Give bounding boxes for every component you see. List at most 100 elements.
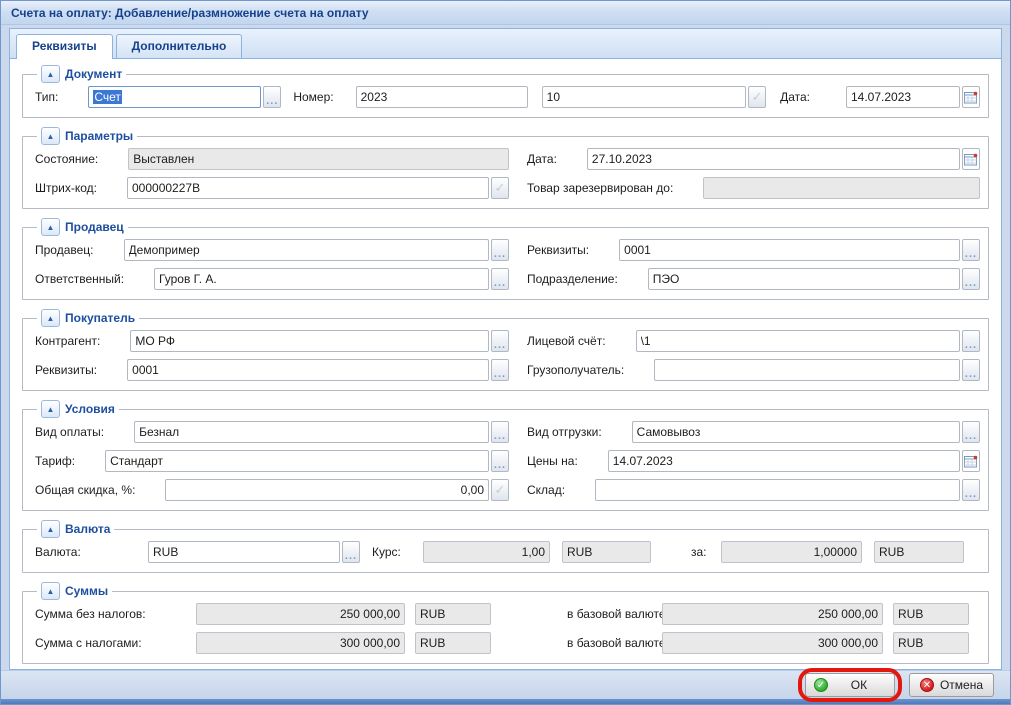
seller-lookup-button[interactable]: ...	[491, 239, 509, 261]
responsible-field[interactable]	[154, 268, 489, 290]
tariff-label: Тариф:	[35, 454, 75, 468]
seller-requisites-lookup-button[interactable]: ...	[962, 239, 980, 261]
section-parameters: ▲ Параметры Состояние: Дата:	[22, 127, 989, 209]
payment-type-lookup-button[interactable]: ...	[491, 421, 509, 443]
net-base-currency-field	[893, 603, 969, 625]
collapse-toggle-sums[interactable]: ▲	[41, 582, 60, 600]
department-lookup-button[interactable]: ...	[962, 268, 980, 290]
gross-amount-field	[196, 632, 405, 654]
seller-requisites-label: Реквизиты:	[527, 243, 589, 257]
personal-account-lookup-button[interactable]: ...	[962, 330, 980, 352]
collapse-icon: ▲	[47, 132, 55, 141]
department-label: Подразделение:	[527, 272, 618, 286]
collapse-toggle-seller[interactable]: ▲	[41, 218, 60, 236]
type-lookup-button[interactable]: ...	[263, 86, 281, 108]
lookup-icon: ...	[965, 362, 977, 378]
consignee-lookup-button[interactable]: ...	[962, 359, 980, 381]
cancel-button[interactable]: ✕ Отмена	[909, 673, 994, 697]
cancel-x-icon: ✕	[920, 678, 934, 692]
collapse-icon: ▲	[47, 525, 55, 534]
total-discount-field[interactable]	[165, 479, 489, 501]
responsible-label: Ответственный:	[35, 272, 124, 286]
consignee-label: Грузополучатель:	[527, 363, 624, 377]
section-parameters-title: Параметры	[65, 129, 133, 143]
currency-lookup-button[interactable]: ...	[342, 541, 360, 563]
warehouse-lookup-button[interactable]: ...	[962, 479, 980, 501]
rate-label: Курс:	[372, 545, 423, 559]
contractor-lookup-button[interactable]: ...	[491, 330, 509, 352]
responsible-lookup-button[interactable]: ...	[491, 268, 509, 290]
net-base-amount-field	[662, 603, 883, 625]
currency-label: Валюта:	[35, 545, 148, 559]
collapse-toggle-currency[interactable]: ▲	[41, 520, 60, 538]
personal-account-field[interactable]	[636, 330, 960, 352]
section-sums-title: Суммы	[65, 584, 108, 598]
number-extra-field[interactable]	[542, 86, 746, 108]
tariff-lookup-button[interactable]: ...	[491, 450, 509, 472]
tab-additional[interactable]: Дополнительно	[116, 34, 243, 58]
type-label: Тип:	[35, 90, 58, 104]
seller-requisites-field[interactable]	[619, 239, 960, 261]
tab-requisites[interactable]: Реквизиты	[16, 34, 113, 59]
type-field[interactable]: Счет	[88, 86, 261, 108]
buyer-requisites-field[interactable]	[127, 359, 489, 381]
net-amount-field	[196, 603, 405, 625]
currency-field[interactable]	[148, 541, 340, 563]
section-seller: ▲ Продавец Продавец: ... Реквизиты: ...	[22, 218, 989, 300]
prices-on-calendar-button[interactable]	[962, 450, 980, 472]
collapse-icon: ▲	[47, 587, 55, 596]
ok-button[interactable]: ✓ ОК	[805, 673, 895, 697]
number-field[interactable]	[356, 86, 528, 108]
total-discount-label: Общая скидка, %:	[35, 483, 135, 497]
net-currency-field	[415, 603, 491, 625]
footer-toolbar: ✓ ОК ✕ Отмена	[1, 670, 1010, 699]
section-terms: ▲ Условия Вид оплаты: ... Вид отгрузки: …	[22, 400, 989, 511]
buyer-requisites-lookup-button[interactable]: ...	[491, 359, 509, 381]
state-label: Состояние:	[35, 152, 98, 166]
collapse-icon: ▲	[47, 314, 55, 323]
check-icon: ✓	[495, 482, 506, 498]
rate-currency-field	[562, 541, 651, 563]
warehouse-field[interactable]	[595, 479, 960, 501]
collapse-toggle-parameters[interactable]: ▲	[41, 127, 60, 145]
barcode-field[interactable]	[127, 177, 489, 199]
tab-additional-label: Дополнительно	[132, 39, 227, 53]
section-currency: ▲ Валюта Валюта: ... Курс: за:	[22, 520, 989, 573]
collapse-toggle-terms[interactable]: ▲	[41, 400, 60, 418]
shipment-type-lookup-button[interactable]: ...	[962, 421, 980, 443]
gross-currency-field	[415, 632, 491, 654]
net-amount-label: Сумма без налогов:	[35, 607, 196, 621]
lookup-icon: ...	[965, 482, 977, 498]
seller-field[interactable]	[124, 239, 489, 261]
section-currency-title: Валюта	[65, 522, 110, 536]
department-field[interactable]	[648, 268, 960, 290]
window-titlebar: Счета на оплату: Добавление/размножение …	[1, 1, 1010, 25]
doc-date-field[interactable]	[846, 86, 960, 108]
net-base-label: в базовой валюте:	[567, 607, 662, 621]
calendar-icon	[964, 91, 978, 104]
warehouse-label: Склад:	[527, 483, 565, 497]
lookup-icon: ...	[345, 544, 357, 560]
tariff-field[interactable]	[105, 450, 489, 472]
doc-date-calendar-button[interactable]	[962, 86, 980, 108]
contractor-field[interactable]	[130, 330, 489, 352]
prices-on-label: Цены на:	[527, 454, 578, 468]
form-content: ▲ Документ Тип: Счет ... Номер: ✓ Дата:	[10, 59, 1001, 669]
shipment-type-field[interactable]	[632, 421, 960, 443]
collapse-toggle-document[interactable]: ▲	[41, 65, 60, 83]
window-bottom-edge	[1, 699, 1010, 704]
ok-button-label: ОК	[834, 678, 884, 692]
gross-base-label: в базовой валюте:	[567, 636, 662, 650]
prices-on-field[interactable]	[608, 450, 960, 472]
lookup-icon: ...	[494, 424, 506, 440]
barcode-check-button: ✓	[491, 177, 509, 199]
consignee-field[interactable]	[654, 359, 960, 381]
lookup-icon: ...	[494, 333, 506, 349]
currency-row: Валюта: ... Курс: за:	[35, 541, 980, 563]
collapse-toggle-buyer[interactable]: ▲	[41, 309, 60, 327]
params-date-field[interactable]	[587, 148, 960, 170]
section-document: ▲ Документ Тип: Счет ... Номер: ✓ Дата:	[22, 65, 989, 118]
calendar-icon	[964, 153, 978, 166]
payment-type-field[interactable]	[134, 421, 489, 443]
params-date-calendar-button[interactable]	[962, 148, 980, 170]
